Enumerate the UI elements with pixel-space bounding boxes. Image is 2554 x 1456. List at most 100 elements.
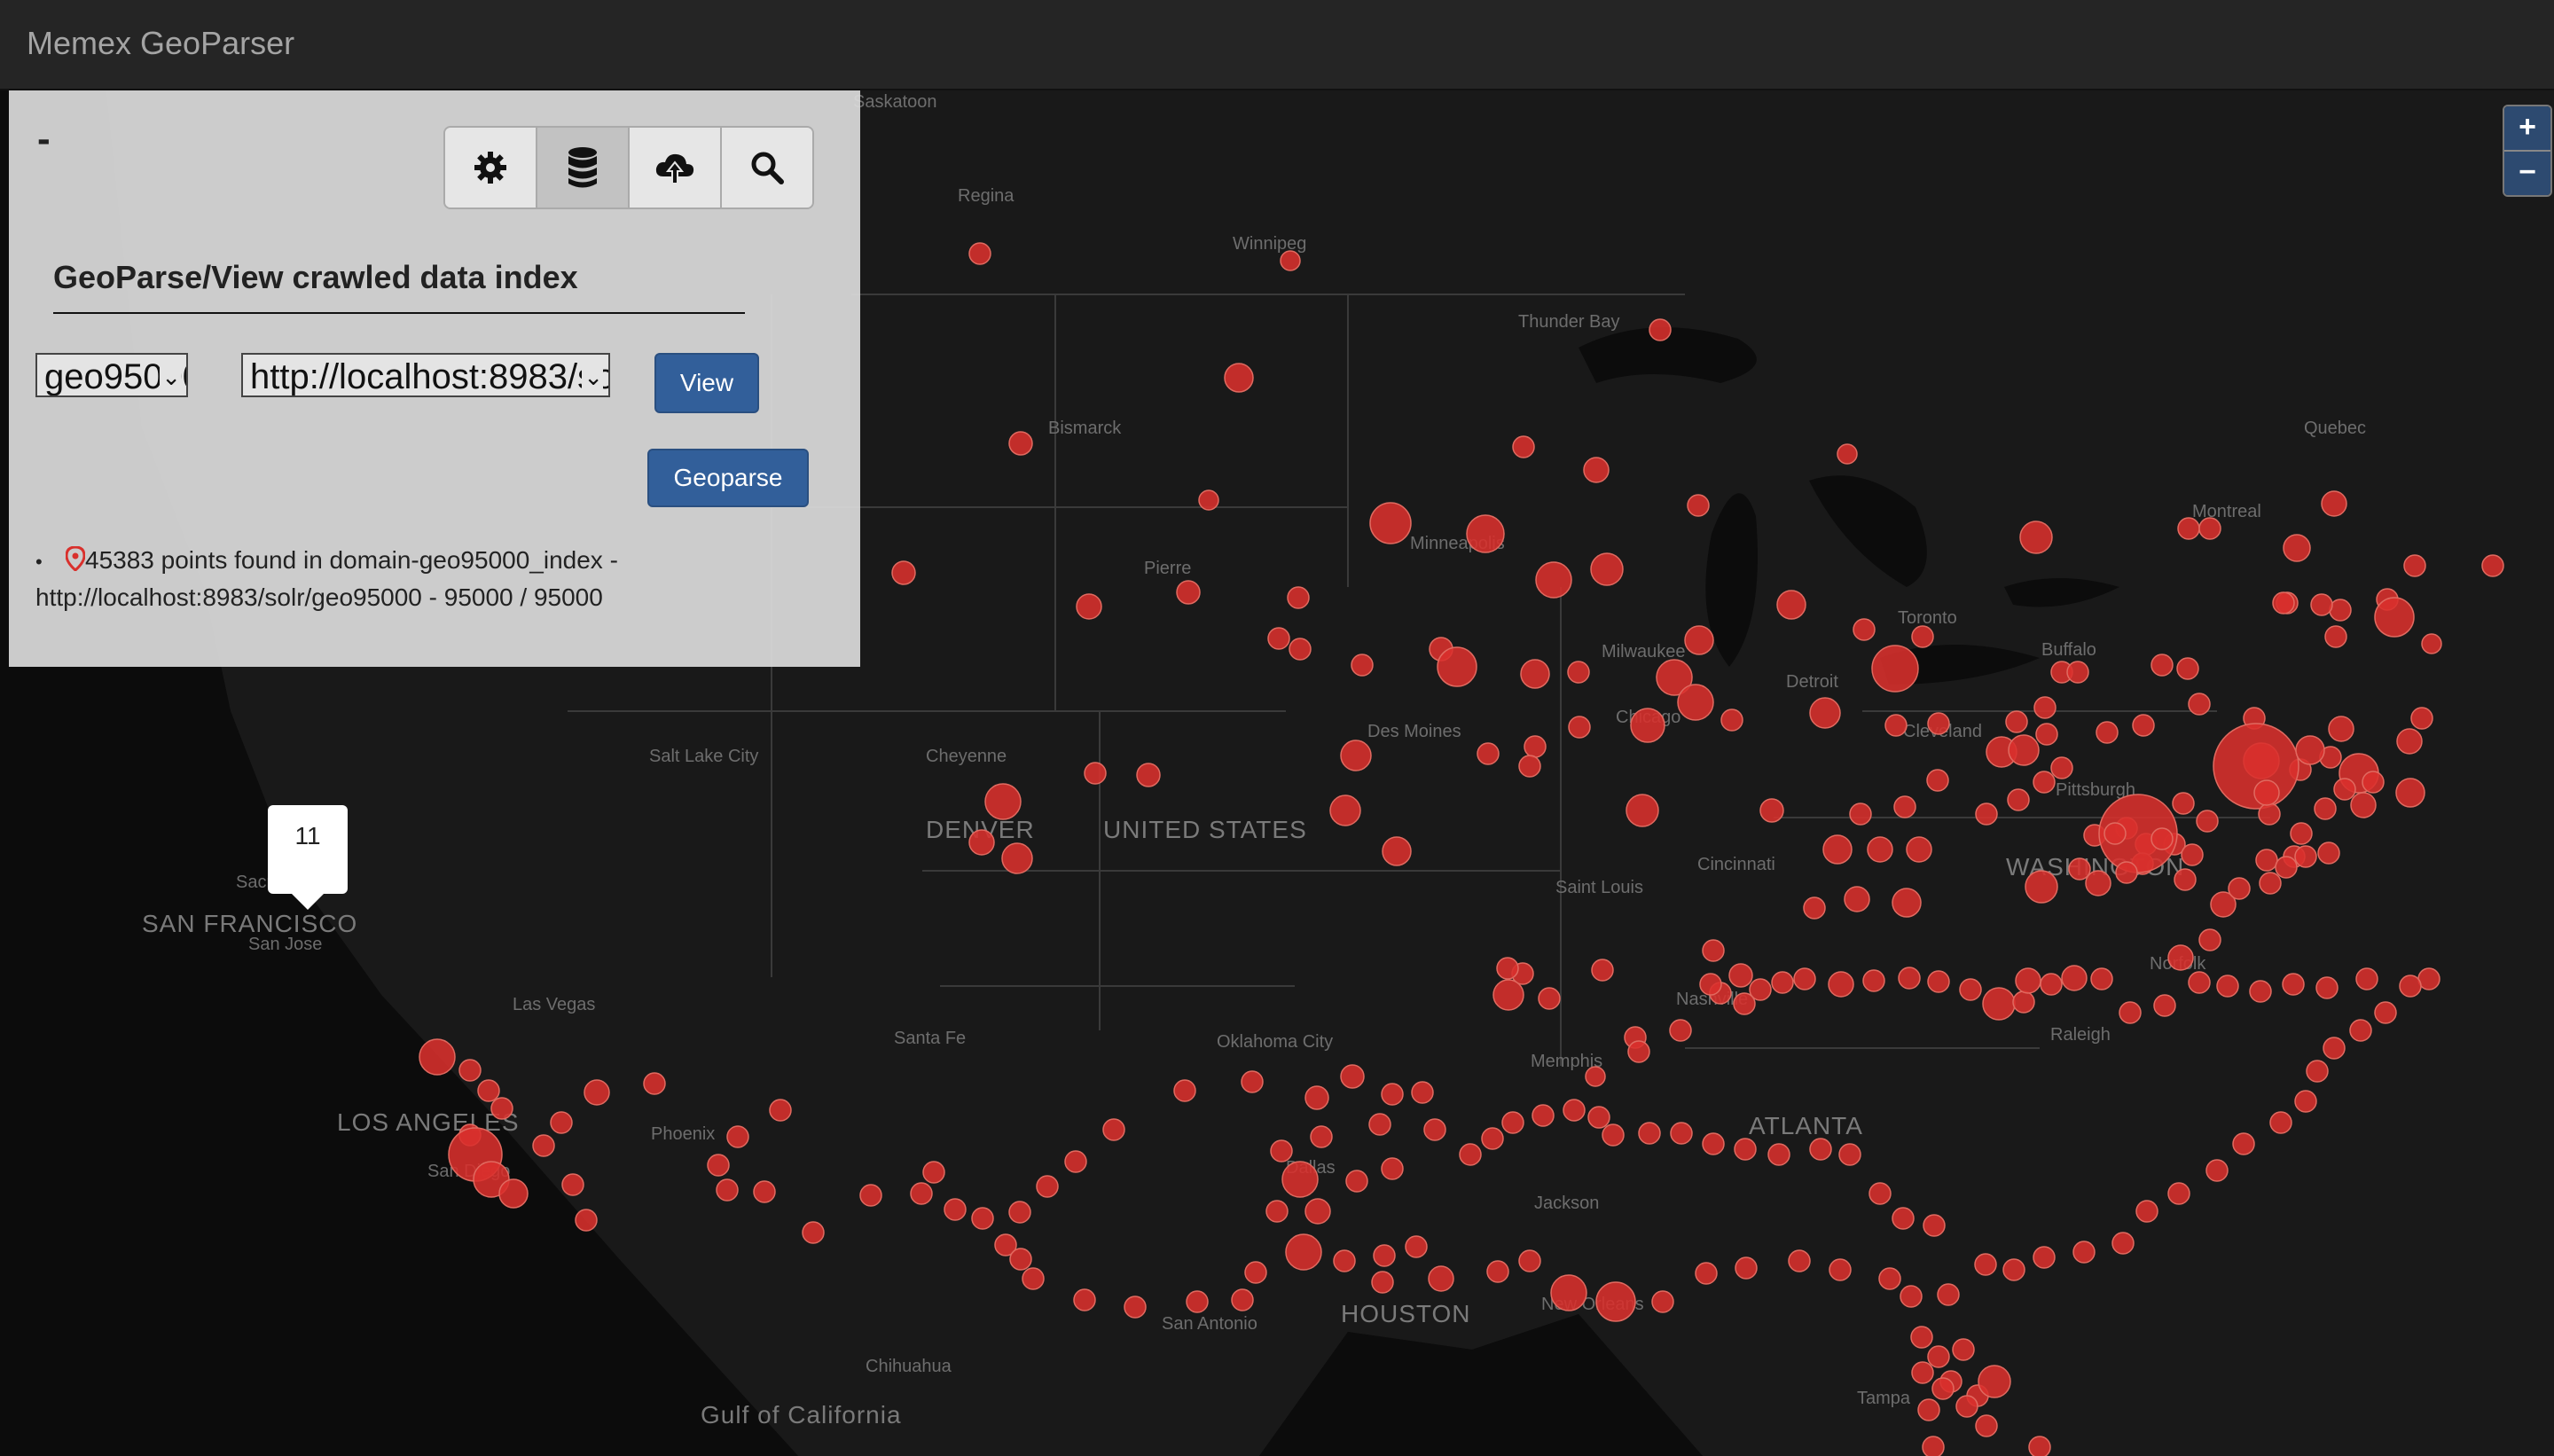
- location-marker[interactable]: [1501, 1111, 1524, 1134]
- zoom-out-button[interactable]: −: [2504, 150, 2550, 195]
- location-marker[interactable]: [1231, 1288, 1254, 1311]
- location-marker[interactable]: [2329, 599, 2352, 622]
- location-marker[interactable]: [2321, 490, 2347, 517]
- location-marker[interactable]: [1931, 1377, 1955, 1400]
- location-marker[interactable]: [2111, 1232, 2135, 1255]
- location-marker[interactable]: [1759, 798, 1784, 823]
- location-marker[interactable]: [2294, 845, 2317, 868]
- location-marker[interactable]: [922, 1161, 945, 1184]
- location-marker[interactable]: [2269, 1111, 2292, 1134]
- location-marker[interactable]: [1036, 1175, 1059, 1198]
- location-marker[interactable]: [2115, 861, 2138, 884]
- location-marker[interactable]: [498, 1178, 529, 1209]
- location-marker[interactable]: [2172, 792, 2195, 815]
- location-marker[interactable]: [1351, 654, 1374, 677]
- location-marker[interactable]: [707, 1154, 730, 1177]
- location-marker[interactable]: [1884, 714, 1908, 737]
- location-marker[interactable]: [1567, 661, 1590, 684]
- location-marker[interactable]: [1771, 971, 1794, 994]
- location-marker[interactable]: [2310, 593, 2333, 616]
- location-marker[interactable]: [2399, 975, 2422, 998]
- location-marker[interactable]: [1466, 514, 1505, 553]
- location-marker[interactable]: [2272, 591, 2295, 614]
- location-marker[interactable]: [1280, 250, 1301, 271]
- location-marker[interactable]: [1917, 1398, 1940, 1421]
- location-marker[interactable]: [2328, 716, 2354, 742]
- location-marker[interactable]: [1828, 971, 1854, 998]
- location-marker[interactable]: [1486, 1260, 1509, 1283]
- location-marker[interactable]: [2216, 975, 2239, 998]
- location-marker[interactable]: [2008, 734, 2040, 766]
- location-marker[interactable]: [859, 1184, 882, 1207]
- location-marker[interactable]: [2294, 1090, 2317, 1113]
- location-marker[interactable]: [1022, 1267, 1045, 1290]
- location-marker[interactable]: [2396, 728, 2423, 755]
- location-marker[interactable]: [1911, 1361, 1934, 1384]
- location-marker[interactable]: [561, 1173, 584, 1196]
- location-marker[interactable]: [1381, 1083, 1404, 1106]
- location-marker[interactable]: [1734, 1138, 1757, 1161]
- location-marker[interactable]: [2072, 1241, 2096, 1264]
- location-marker[interactable]: [1822, 834, 1853, 865]
- location-marker[interactable]: [1728, 963, 1753, 988]
- location-marker[interactable]: [1677, 684, 1714, 721]
- location-marker[interactable]: [1590, 552, 1624, 586]
- location-marker[interactable]: [2167, 1182, 2190, 1205]
- location-marker[interactable]: [1838, 1143, 1861, 1166]
- location-marker[interactable]: [2275, 856, 2298, 879]
- collapse-button[interactable]: -: [37, 117, 51, 161]
- location-marker[interactable]: [2374, 1001, 2397, 1024]
- location-marker[interactable]: [1853, 618, 1876, 641]
- location-marker[interactable]: [2040, 973, 2063, 996]
- location-marker[interactable]: [2232, 1132, 2255, 1155]
- location-marker[interactable]: [1602, 1123, 1625, 1147]
- location-marker[interactable]: [1630, 708, 1665, 743]
- location-marker[interactable]: [2198, 517, 2221, 540]
- app-title[interactable]: Memex GeoParser: [27, 25, 294, 62]
- location-marker[interactable]: [2153, 994, 2176, 1017]
- location-marker[interactable]: [2228, 877, 2251, 900]
- location-marker[interactable]: [2050, 756, 2073, 779]
- location-marker[interactable]: [1898, 967, 1921, 990]
- location-marker[interactable]: [2177, 517, 2200, 540]
- location-marker[interactable]: [726, 1125, 749, 1148]
- location-marker[interactable]: [968, 242, 991, 265]
- location-marker[interactable]: [1492, 979, 1524, 1011]
- location-marker[interactable]: [1076, 593, 1102, 620]
- location-marker[interactable]: [1638, 1122, 1661, 1145]
- location-marker[interactable]: [1868, 1182, 1892, 1205]
- location-marker[interactable]: [1767, 1143, 1790, 1166]
- location-marker[interactable]: [1595, 1281, 1636, 1322]
- location-marker[interactable]: [1329, 795, 1361, 826]
- location-marker[interactable]: [1649, 318, 1672, 341]
- location-marker[interactable]: [1871, 645, 1919, 693]
- location-marker[interactable]: [1892, 888, 1922, 918]
- location-marker[interactable]: [2314, 797, 2337, 820]
- location-marker[interactable]: [1550, 1274, 1587, 1311]
- search-button[interactable]: [720, 128, 812, 207]
- location-marker[interactable]: [1186, 1290, 1209, 1313]
- location-marker[interactable]: [1496, 957, 1519, 980]
- location-marker[interactable]: [1428, 1265, 1454, 1292]
- location-marker[interactable]: [2176, 657, 2199, 680]
- location-marker[interactable]: [2035, 723, 2058, 746]
- location-marker[interactable]: [1073, 1288, 1096, 1311]
- url-select[interactable]: http://localhost:8983/solr/geo95000 ⌄: [241, 353, 610, 397]
- location-marker[interactable]: [2005, 710, 2028, 733]
- location-marker[interactable]: [1405, 1235, 1428, 1258]
- location-marker[interactable]: [1224, 363, 1254, 393]
- upload-button[interactable]: [628, 128, 720, 207]
- location-marker[interactable]: [2403, 554, 2426, 577]
- location-marker[interactable]: [1583, 457, 1610, 483]
- location-marker[interactable]: [1699, 973, 1722, 996]
- location-marker[interactable]: [1669, 1019, 1692, 1042]
- location-marker[interactable]: [1974, 1253, 1997, 1276]
- location-marker[interactable]: [2283, 534, 2311, 562]
- location-marker[interactable]: [2167, 944, 2194, 971]
- location-marker[interactable]: [2317, 842, 2340, 865]
- location-marker[interactable]: [477, 1079, 500, 1102]
- location-marker[interactable]: [2290, 822, 2313, 845]
- location-marker[interactable]: [2188, 971, 2211, 994]
- location-marker[interactable]: [1809, 697, 1841, 729]
- location-marker[interactable]: [2333, 778, 2356, 801]
